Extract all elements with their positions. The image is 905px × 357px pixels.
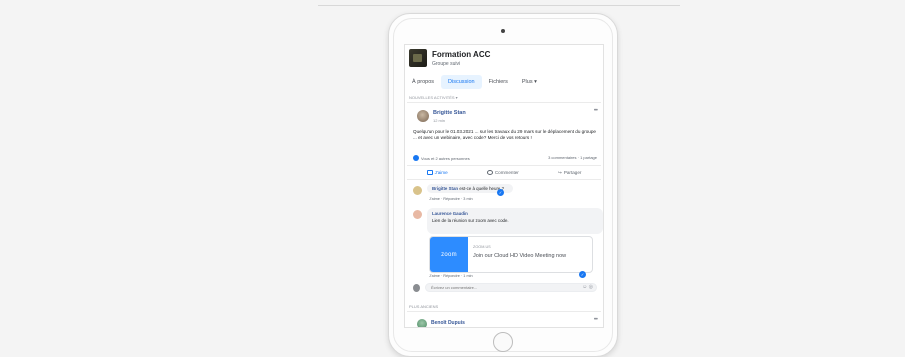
top-divider <box>318 5 680 6</box>
reaction-text: Vous et 2 autres personnes <box>421 155 470 161</box>
comment-reaction-icon[interactable]: ✓ <box>497 189 504 196</box>
comment-meta[interactable]: J'aime · Répondre · 1 min <box>429 274 473 278</box>
post-body: Quelqu'un pour le 01.03.2021 ... sur les… <box>413 129 596 141</box>
share-label: Partager <box>563 170 582 175</box>
like-label: J'aime <box>434 170 448 175</box>
group-subtitle: Groupe suivi <box>432 61 461 67</box>
author-avatar[interactable] <box>417 319 427 327</box>
my-avatar <box>413 284 420 292</box>
comment-author[interactable]: Brigitte Stan <box>432 186 458 191</box>
group-tabs: À propos Discussion Fichiers Plus ▾ <box>405 75 603 91</box>
home-button[interactable] <box>493 332 513 352</box>
comment-bubble: Laurence Gaudin Lien de la réunion sur z… <box>427 208 603 234</box>
link-title: Join our Cloud HD Video Meeting now <box>473 253 567 259</box>
comment-author[interactable]: Laurence Gaudin <box>432 211 598 216</box>
share-button[interactable]: ↪ Partager <box>558 170 581 176</box>
sort-dropdown[interactable]: NOUVELLES ACTIVITÉS ▾ <box>409 95 458 100</box>
post-author[interactable]: Brigitte Stan <box>433 110 466 116</box>
comment-meta[interactable]: J'aime · Répondre · 3 min <box>429 197 473 201</box>
more-options-icon[interactable]: ••• <box>594 317 598 323</box>
post-timestamp[interactable]: 12 min <box>433 118 445 123</box>
comment-text: Lien de la réunion sur zoom avec code. <box>432 218 509 223</box>
group-header: Formation ACC Groupe suivi <box>405 45 603 73</box>
comment-button[interactable]: Commenter <box>486 170 519 175</box>
comment-label: Commenter <box>494 170 519 175</box>
next-post-card: Benoît Dupuis ••• <box>407 311 601 327</box>
post-author[interactable]: Benoît Dupuis <box>431 320 465 326</box>
comment-avatar[interactable] <box>413 210 422 219</box>
comment-avatar[interactable] <box>413 186 422 195</box>
comment-icon <box>486 170 493 175</box>
tablet-frame: Formation ACC Groupe suivi À propos Disc… <box>388 13 618 357</box>
more-options-icon[interactable]: ••• <box>594 108 598 114</box>
share-icon: ↪ <box>557 169 562 175</box>
emoji-camera-icon[interactable]: ☺ ◎ <box>582 284 593 290</box>
post-actions: J'aime Commenter ↪ Partager <box>407 165 601 180</box>
comment-share-counts[interactable]: 3 commentaires · 1 partage <box>548 155 597 160</box>
group-cover-image[interactable] <box>409 49 427 67</box>
thumbs-up-icon <box>426 170 433 175</box>
tab-discussion[interactable]: Discussion <box>441 75 482 89</box>
comment-composer: ☺ ◎ <box>413 283 599 293</box>
tab-files[interactable]: Fichiers <box>482 75 515 89</box>
tab-more[interactable]: Plus ▾ <box>515 75 544 89</box>
link-preview-card[interactable]: zoom ZOOM.US Join our Cloud HD Video Mee… <box>429 236 593 273</box>
post-card: Brigitte Stan 12 min ••• Quelqu'un pour … <box>407 102 603 299</box>
link-thumbnail: zoom <box>430 237 468 272</box>
reaction-summary[interactable]: Vous et 2 autres personnes <box>413 155 470 161</box>
group-name[interactable]: Formation ACC <box>432 50 490 59</box>
link-domain: ZOOM.US <box>473 245 491 249</box>
comment-reaction-icon[interactable]: ✓ <box>579 271 586 278</box>
like-button[interactable]: J'aime <box>426 170 448 175</box>
tab-about[interactable]: À propos <box>405 75 441 89</box>
section-label: PLUS ANCIENS <box>409 304 439 309</box>
tablet-screen: Formation ACC Groupe suivi À propos Disc… <box>404 44 604 328</box>
like-reaction-icon <box>413 155 419 161</box>
comment-input[interactable] <box>425 283 597 292</box>
author-avatar[interactable] <box>417 110 429 122</box>
camera-icon <box>501 29 505 33</box>
